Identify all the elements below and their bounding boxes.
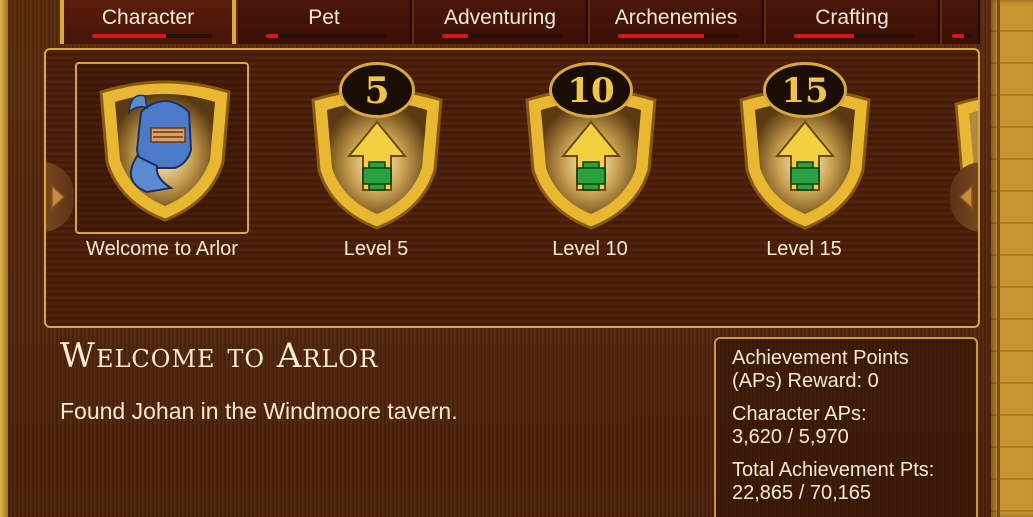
achievement-tile (75, 62, 249, 234)
achievement-carousel: Welcome to Arlor 5 Level 5 10 Level 10 1… (44, 48, 980, 328)
tab-progress-bar (794, 34, 914, 38)
achievement-label: Level 5 (343, 238, 409, 260)
achievement-welcome-to-arlor[interactable]: Welcome to Arlor (74, 62, 250, 272)
tab-crafting[interactable]: Crafting (764, 0, 940, 44)
reward-stat: Achievement Points (APs) Reward: 0 (732, 347, 960, 393)
achievement-level-15[interactable]: 15 Level 15 (716, 62, 892, 272)
arrow-right-icon (958, 184, 973, 210)
left-frame-border (0, 0, 8, 517)
reward-value: (APs) Reward: 0 (732, 370, 879, 392)
total-aps-stat: Total Achievement Pts: 22,865 / 70,165 (732, 459, 960, 505)
tab-label: Archenemies (614, 6, 738, 29)
tab-progress-bar (952, 34, 972, 38)
achievement-label: Level 10 (552, 238, 628, 260)
category-tabs: Character Pet Adventuring Archenemies Cr… (60, 0, 980, 44)
tab-label: Crafting (815, 6, 889, 29)
tab-progress-bar (266, 34, 386, 38)
level-badge: 10 (549, 62, 633, 118)
character-aps-label: Character APs: (732, 403, 867, 425)
tab-progress-fill (618, 34, 705, 38)
achievement-tile: 10 (503, 62, 677, 234)
tab-character[interactable]: Character (60, 0, 236, 44)
achievement-description: Found Johan in the Windmoore tavern. (60, 398, 458, 424)
arrow-left-icon (51, 184, 66, 210)
tab-next-partial[interactable] (940, 0, 980, 44)
knight-helmet-icon (99, 80, 231, 222)
character-aps-value: 3,620 / 5,970 (732, 426, 849, 448)
level-badge: 5 (339, 62, 415, 118)
achievement-tile: 15 (717, 62, 891, 234)
tab-progress-bar (442, 34, 562, 38)
scroll-left-button[interactable] (46, 162, 74, 232)
achievement-tile: 5 (289, 62, 463, 234)
tab-label: Pet (308, 6, 340, 29)
tab-adventuring[interactable]: Adventuring (412, 0, 588, 44)
achievement-label: Level 15 (766, 238, 842, 260)
achievement-stats-panel: Achievement Points (APs) Reward: 0 Chara… (714, 337, 978, 517)
reward-label: Achievement Points (732, 347, 909, 369)
tab-archenemies[interactable]: Archenemies (588, 0, 764, 44)
tab-progress-fill (952, 34, 964, 38)
tab-progress-fill (92, 34, 167, 38)
achievement-title: Welcome to Arlor (60, 336, 379, 376)
level-badge: 15 (763, 62, 847, 118)
achievement-label: Welcome to Arlor (86, 238, 238, 260)
tab-progress-bar (618, 34, 738, 38)
tab-progress-fill (266, 34, 278, 38)
character-aps-stat: Character APs: 3,620 / 5,970 (732, 403, 960, 449)
total-aps-value: 22,865 / 70,165 (732, 482, 872, 504)
tab-label: Adventuring (443, 6, 557, 29)
right-frame-border (991, 0, 1033, 517)
total-aps-label: Total Achievement Pts: (732, 459, 935, 481)
tab-progress-fill (442, 34, 469, 38)
tab-progress-bar (92, 34, 212, 38)
achievement-level-10[interactable]: 10 Level 10 (502, 62, 678, 272)
achievement-level-5[interactable]: 5 Level 5 (288, 62, 464, 272)
tab-pet[interactable]: Pet (236, 0, 412, 44)
tab-progress-fill (794, 34, 854, 38)
tab-label: Character (101, 6, 195, 29)
